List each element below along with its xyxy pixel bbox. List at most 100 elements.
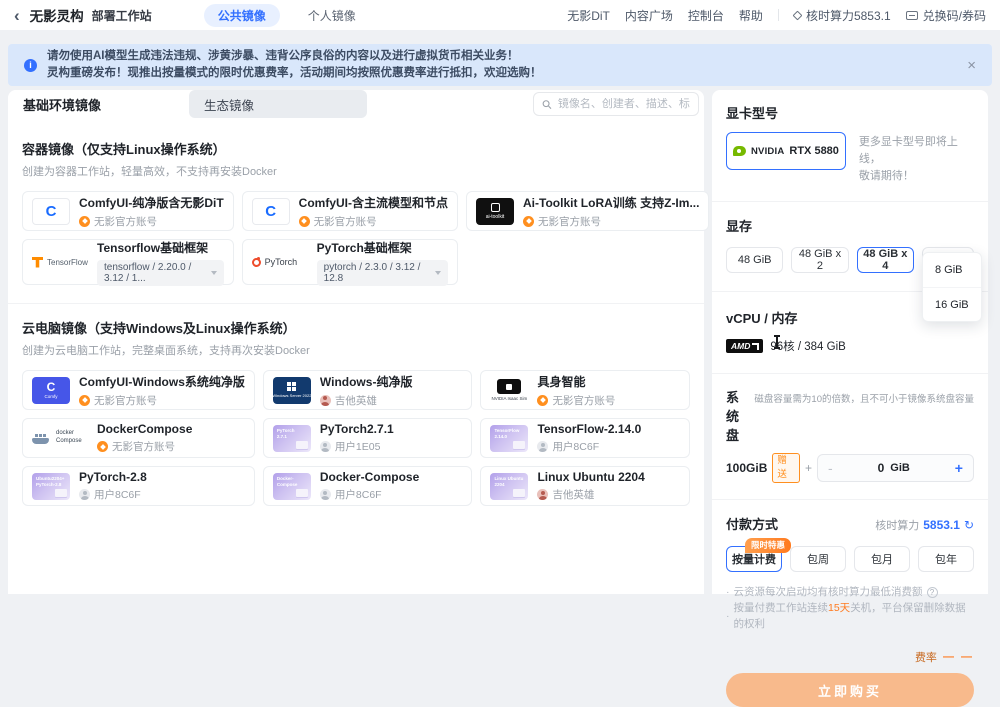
- image-card-pytorch-base[interactable]: PyTorch PyTorch基础框架 pytorch / 2.3.0 / 3.…: [242, 239, 458, 285]
- help-icon[interactable]: ?: [927, 587, 938, 598]
- image-card-embodied-ai[interactable]: NVIDIA Isaac Sim 具身智能 无影官方账号: [480, 370, 690, 410]
- vram-option-48[interactable]: 48 GiB: [726, 247, 783, 273]
- redeem-code-button[interactable]: 兑换码/券码: [906, 7, 986, 24]
- back-icon[interactable]: ‹: [14, 7, 20, 24]
- image-title: DockerCompose: [97, 422, 245, 436]
- image-title: ComfyUI-纯净版含无影DiT: [79, 194, 224, 211]
- user-avatar: [79, 489, 90, 500]
- stepper-plus-button[interactable]: +: [955, 460, 963, 476]
- close-icon[interactable]: ×: [967, 58, 976, 73]
- payment-note-1: 云资源每次启动均有核时算力最低消费额 ?: [726, 584, 974, 600]
- user-avatar: [320, 441, 331, 452]
- image-card-pytorch28[interactable]: Ubuntu2204+ PyTorch-2.8 PyTorch-2.8 用户8C…: [22, 466, 255, 506]
- amd-logo: AMD: [726, 339, 763, 353]
- official-badge-icon: [79, 395, 90, 406]
- image-author: 无影官方账号: [94, 214, 157, 229]
- image-card-pytorch271[interactable]: PyTorch 2.7.1 PyTorch2.7.1 用户1E05: [263, 418, 473, 458]
- tab-public-images[interactable]: 公共镜像: [204, 4, 280, 27]
- vram-option-48x4[interactable]: 48 GiB x 4: [857, 247, 914, 273]
- image-card-comfyui-models[interactable]: C ComfyUI-含主流模型和节点 无影官方账号: [242, 191, 458, 231]
- image-title: Linux Ubuntu 2204: [537, 470, 680, 484]
- image-author: 无影官方账号: [112, 439, 175, 454]
- payment-option-yearly[interactable]: 包年: [918, 546, 974, 572]
- image-title: PyTorch2.7.1: [320, 422, 463, 436]
- image-title: PyTorch-2.8: [79, 470, 245, 484]
- version-select[interactable]: pytorch / 2.3.0 / 3.12 / 12.8: [317, 260, 448, 286]
- banner-line-2: 灵构重磅发布！现推出按量模式的限时优惠费率，活动期间均按照优惠费率进行抵扣，欢迎…: [47, 65, 542, 82]
- ubuntu-pytorch-thumbnail: Ubuntu2204+ PyTorch-2.8: [32, 473, 70, 500]
- user-avatar: [320, 489, 331, 500]
- comfyui-logo: C: [32, 198, 70, 225]
- config-panel: 显卡型号 NVIDIA RTX 5880 更多显卡型号即将上线， 敬请期待！ 显…: [712, 90, 988, 594]
- image-card-windows-pure[interactable]: Windows Server 2022 Windows-纯净版 吉他英雄: [263, 370, 473, 410]
- image-title: PyTorch基础框架: [317, 239, 448, 256]
- vram-dropdown-option-16[interactable]: 16 GiB: [923, 287, 981, 321]
- official-badge-icon: [299, 216, 310, 227]
- section-subtitle: 创建为容器工作站，轻量高效，不支持再安装Docker: [22, 163, 690, 179]
- image-author: 无影官方账号: [94, 393, 157, 408]
- credit-balance[interactable]: 核时算力5853.1: [794, 7, 891, 24]
- disk-size-stepper: - 0 GiB +: [817, 454, 974, 482]
- user-avatar: [320, 395, 331, 406]
- image-author: 无影官方账号: [314, 214, 377, 229]
- nav-content-plaza[interactable]: 内容广场: [625, 7, 673, 24]
- official-badge-icon: [79, 216, 90, 227]
- stepper-value[interactable]: 0: [878, 461, 885, 475]
- nav-wuying-dit[interactable]: 无影DiT: [567, 7, 610, 24]
- tab-ecosystem-images[interactable]: 生态镜像: [189, 90, 367, 118]
- image-title: ComfyUI-含主流模型和节点: [299, 194, 448, 211]
- image-author: 用户8C6F: [94, 487, 141, 502]
- tensorflow-logo: TensorFlow: [32, 249, 88, 276]
- image-author: 用户8C6F: [335, 487, 382, 502]
- credit-display: 核时算力 5853.1 ↻: [875, 517, 974, 533]
- image-card-docker-compose[interactable]: Docker- Compose Docker-Compose 用户8C6F: [263, 466, 473, 506]
- image-card-comfyui-pure[interactable]: C ComfyUI-纯净版含无影DiT 无影官方账号: [22, 191, 234, 231]
- image-card-tensorflow-base[interactable]: TensorFlow Tensorflow基础框架 tensorflow / 2…: [22, 239, 234, 285]
- payment-option-payg[interactable]: 限时特惠 按量计费: [726, 546, 782, 572]
- image-card-dockercompose[interactable]: docker Compose DockerCompose 无影官方账号: [22, 418, 255, 458]
- version-value: pytorch / 2.3.0 / 3.12 / 12.8: [324, 262, 429, 284]
- image-card-tensorflow2140[interactable]: TensorFlow 2.14.0 TensorFlow-2.14.0 用户8C…: [480, 418, 690, 458]
- vram-option-48x2[interactable]: 48 GiB x 2: [791, 247, 848, 273]
- gpu-section-title: 显卡型号: [726, 103, 974, 122]
- payment-option-weekly[interactable]: 包周: [790, 546, 846, 572]
- comfyui-logo: CComfy: [32, 377, 70, 404]
- vram-dropdown-option-8[interactable]: 8 GiB: [923, 253, 981, 287]
- user-avatar: [537, 441, 548, 452]
- image-title: Tensorflow基础框架: [97, 239, 224, 256]
- divider: [712, 373, 988, 374]
- buy-now-button[interactable]: 立即购买: [726, 673, 974, 707]
- card-icon: [906, 11, 918, 20]
- image-card-comfyui-windows[interactable]: CComfy ComfyUI-Windows系统纯净版 无影官方账号: [22, 370, 255, 410]
- divider: [8, 303, 704, 304]
- vram-section-title: 显存: [726, 216, 974, 235]
- image-title: Docker-Compose: [320, 470, 463, 484]
- tab-personal-images[interactable]: 个人镜像: [294, 4, 370, 27]
- nvidia-icon: [733, 146, 746, 156]
- refresh-icon[interactable]: ↻: [964, 518, 974, 532]
- nav-console[interactable]: 控制台: [688, 7, 724, 24]
- tab-base-env-images[interactable]: 基础环境镜像: [8, 90, 186, 118]
- chevron-down-icon: [435, 271, 441, 275]
- nvidia-brand: NVIDIA: [751, 146, 784, 157]
- gpu-option-rtx5880[interactable]: NVIDIA RTX 5880: [726, 132, 846, 170]
- gift-badge: 赠送: [772, 453, 800, 483]
- search-input[interactable]: [558, 98, 690, 110]
- image-card-linux-ubuntu-2204[interactable]: Linux Ubuntu 2204 Linux Ubuntu 2204 吉他英雄: [480, 466, 690, 506]
- disk-section-title: 系统盘: [726, 387, 747, 444]
- tensorflow-thumbnail: TensorFlow 2.14.0: [490, 425, 528, 452]
- stepper-minus-button[interactable]: -: [828, 460, 833, 476]
- payment-option-monthly[interactable]: 包月: [854, 546, 910, 572]
- gem-icon: [792, 10, 802, 20]
- banner-line-1: 请勿使用AI模型生成违法违规、涉黄涉暴、违背公序良俗的内容以及进行虚拟货币相关业…: [47, 48, 542, 65]
- disk-base-size: 100GiB: [726, 461, 767, 475]
- image-card-ai-toolkit[interactable]: ai-toolkit Ai-Toolkit LoRA训练 支持Z-Im... 无…: [466, 191, 709, 231]
- image-title: 具身智能: [537, 373, 680, 390]
- nav-help[interactable]: 帮助: [739, 7, 763, 24]
- section-title-container-images: 容器镜像（仅支持Linux操作系统）: [22, 139, 690, 158]
- image-author: 用户8C6F: [552, 439, 599, 454]
- plus-sign: +: [805, 461, 812, 475]
- version-select[interactable]: tensorflow / 2.20.0 / 3.12 / 1...: [97, 260, 224, 286]
- page-title: 部署工作站: [92, 7, 152, 24]
- disk-note: 磁盘容量需为10的倍数，且不可小于镜像系统盘容量: [754, 391, 974, 405]
